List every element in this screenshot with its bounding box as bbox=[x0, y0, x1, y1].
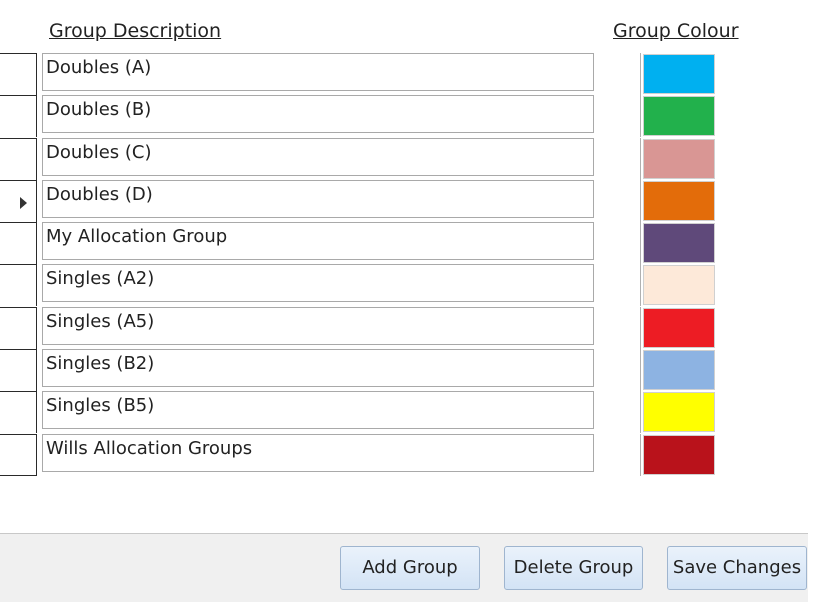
group-row: Singles (B5) bbox=[0, 391, 730, 434]
group-description-field[interactable]: Doubles (B) bbox=[42, 95, 594, 134]
group-colour-swatch[interactable] bbox=[643, 434, 715, 475]
group-description-field[interactable]: Singles (A2) bbox=[42, 264, 594, 303]
group-description-field[interactable]: Singles (B5) bbox=[42, 391, 594, 430]
record-selector[interactable] bbox=[0, 391, 37, 434]
record-selector[interactable] bbox=[0, 222, 37, 265]
record-selector[interactable] bbox=[0, 433, 37, 476]
group-description-field[interactable]: My Allocation Group bbox=[42, 222, 594, 261]
group-row: Singles (A2) bbox=[0, 264, 730, 307]
record-selector[interactable] bbox=[0, 306, 37, 349]
record-selector[interactable] bbox=[0, 53, 37, 95]
delete-group-button[interactable]: Delete Group bbox=[504, 546, 643, 590]
group-editor-form: Group Description Group Colour Doubles (… bbox=[0, 0, 828, 602]
group-colour-swatch[interactable] bbox=[643, 138, 715, 179]
save-changes-button[interactable]: Save Changes bbox=[667, 546, 807, 590]
group-description-field[interactable]: Doubles (D) bbox=[42, 179, 594, 218]
group-row: Doubles (D) bbox=[0, 179, 730, 222]
group-colour-swatch[interactable] bbox=[643, 350, 715, 391]
group-description-header: Group Description bbox=[49, 20, 222, 42]
group-colour-swatch[interactable] bbox=[643, 180, 715, 221]
group-colour-swatch[interactable] bbox=[643, 54, 715, 94]
record-selector[interactable] bbox=[0, 95, 37, 138]
group-colour-swatch[interactable] bbox=[643, 307, 715, 348]
group-description-field[interactable]: Singles (A5) bbox=[42, 306, 594, 345]
group-row: My Allocation Group bbox=[0, 222, 730, 265]
group-list: Doubles (A) Doubles (B) Doubles (C) Doub… bbox=[0, 53, 730, 476]
group-description-field[interactable]: Singles (B2) bbox=[42, 349, 594, 388]
group-row: Doubles (B) bbox=[0, 95, 730, 138]
group-colour-swatch[interactable] bbox=[643, 265, 715, 306]
record-selector[interactable] bbox=[0, 179, 37, 222]
group-row: Doubles (A) bbox=[0, 53, 730, 95]
group-row: Singles (A5) bbox=[0, 306, 730, 349]
record-selector[interactable] bbox=[0, 349, 37, 392]
group-colour-swatch[interactable] bbox=[643, 223, 715, 264]
record-selector[interactable] bbox=[0, 137, 37, 180]
group-row: Singles (B2) bbox=[0, 349, 730, 392]
add-group-button[interactable]: Add Group bbox=[340, 546, 480, 590]
current-record-icon bbox=[20, 196, 27, 209]
group-colour-header: Group Colour bbox=[613, 20, 739, 42]
group-description-field[interactable]: Doubles (A) bbox=[42, 53, 594, 91]
group-colour-swatch[interactable] bbox=[643, 96, 715, 137]
group-row: Wills Allocation Groups bbox=[0, 433, 730, 476]
form-footer: Add Group Delete Group Save Changes bbox=[0, 533, 808, 602]
group-row: Doubles (C) bbox=[0, 137, 730, 180]
record-selector[interactable] bbox=[0, 264, 37, 307]
group-description-field[interactable]: Wills Allocation Groups bbox=[42, 433, 594, 472]
group-description-field[interactable]: Doubles (C) bbox=[42, 137, 594, 176]
group-colour-swatch[interactable] bbox=[643, 392, 715, 433]
